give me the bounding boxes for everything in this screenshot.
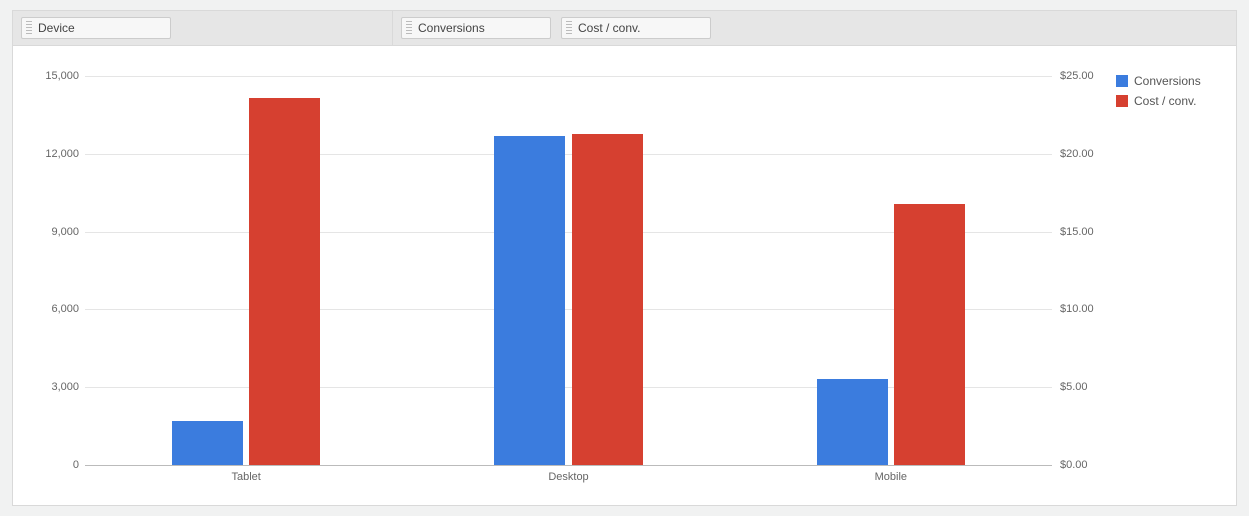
chart-plot-container: 0$0.003,000$5.006,000$10.009,000$15.0012… <box>27 66 1102 495</box>
y2-tick-label: $5.00 <box>1060 381 1106 393</box>
x-tick-label: Tablet <box>231 471 260 483</box>
drag-handle-icon <box>26 21 32 35</box>
y2-tick-label: $15.00 <box>1060 226 1106 238</box>
chart-baseline <box>85 465 1052 466</box>
bar-cost-per-conv[interactable] <box>572 134 643 465</box>
bar-cost-per-conv[interactable] <box>894 204 965 465</box>
chart-gridline <box>85 154 1052 155</box>
legend-item-cost-per-conv[interactable]: Cost / conv. <box>1116 94 1222 108</box>
bar-conversions[interactable] <box>817 379 888 465</box>
legend-swatch-icon <box>1116 95 1128 107</box>
chart-body: 0 $0.00 3,000 $5.00 6,000 $10.00 9,000 $15.00 12… <box>13 46 1236 505</box>
y1-tick-label: 3,000 <box>29 381 79 393</box>
legend-item-label: Conversions <box>1134 74 1201 88</box>
dimension-zone: Device <box>13 11 393 45</box>
legend-item-label: Cost / conv. <box>1134 94 1196 108</box>
chart-gridline <box>85 76 1052 77</box>
x-tick-label: Mobile <box>875 471 907 483</box>
bar-cost-per-conv[interactable] <box>249 98 320 465</box>
y2-tick-label: $25.00 <box>1060 70 1106 82</box>
chart-header: Device Conversions Cost / conv. <box>13 11 1236 46</box>
y2-tick-label: $10.00 <box>1060 303 1106 315</box>
chart-panel: Device Conversions Cost / conv. 0 $0.00 3,… <box>12 10 1237 506</box>
y1-tick-label: 12,000 <box>29 148 79 160</box>
y1-tick-label: 6,000 <box>29 303 79 315</box>
y2-tick-label: $20.00 <box>1060 148 1106 160</box>
metric-pill-label: Cost / conv. <box>578 21 640 35</box>
y1-tick-label: 0 <box>29 459 79 471</box>
drag-handle-icon <box>566 21 572 35</box>
drag-handle-icon <box>406 21 412 35</box>
chart-plot-area <box>85 76 1052 465</box>
chart-legend: Conversions Cost / conv. <box>1102 66 1222 495</box>
dimension-pill-device[interactable]: Device <box>21 17 171 39</box>
bar-conversions[interactable] <box>172 421 243 465</box>
x-tick-label: Desktop <box>548 471 588 483</box>
y2-tick-label: $0.00 <box>1060 459 1106 471</box>
metric-pill-label: Conversions <box>418 21 485 35</box>
dimension-pill-label: Device <box>38 21 75 35</box>
legend-swatch-icon <box>1116 75 1128 87</box>
y1-tick-label: 15,000 <box>29 70 79 82</box>
legend-item-conversions[interactable]: Conversions <box>1116 74 1222 88</box>
metric-zone: Conversions Cost / conv. <box>393 11 1236 45</box>
metric-pill-cost-per-conv[interactable]: Cost / conv. <box>561 17 711 39</box>
y1-tick-label: 9,000 <box>29 226 79 238</box>
bar-conversions[interactable] <box>494 136 565 465</box>
metric-pill-conversions[interactable]: Conversions <box>401 17 551 39</box>
